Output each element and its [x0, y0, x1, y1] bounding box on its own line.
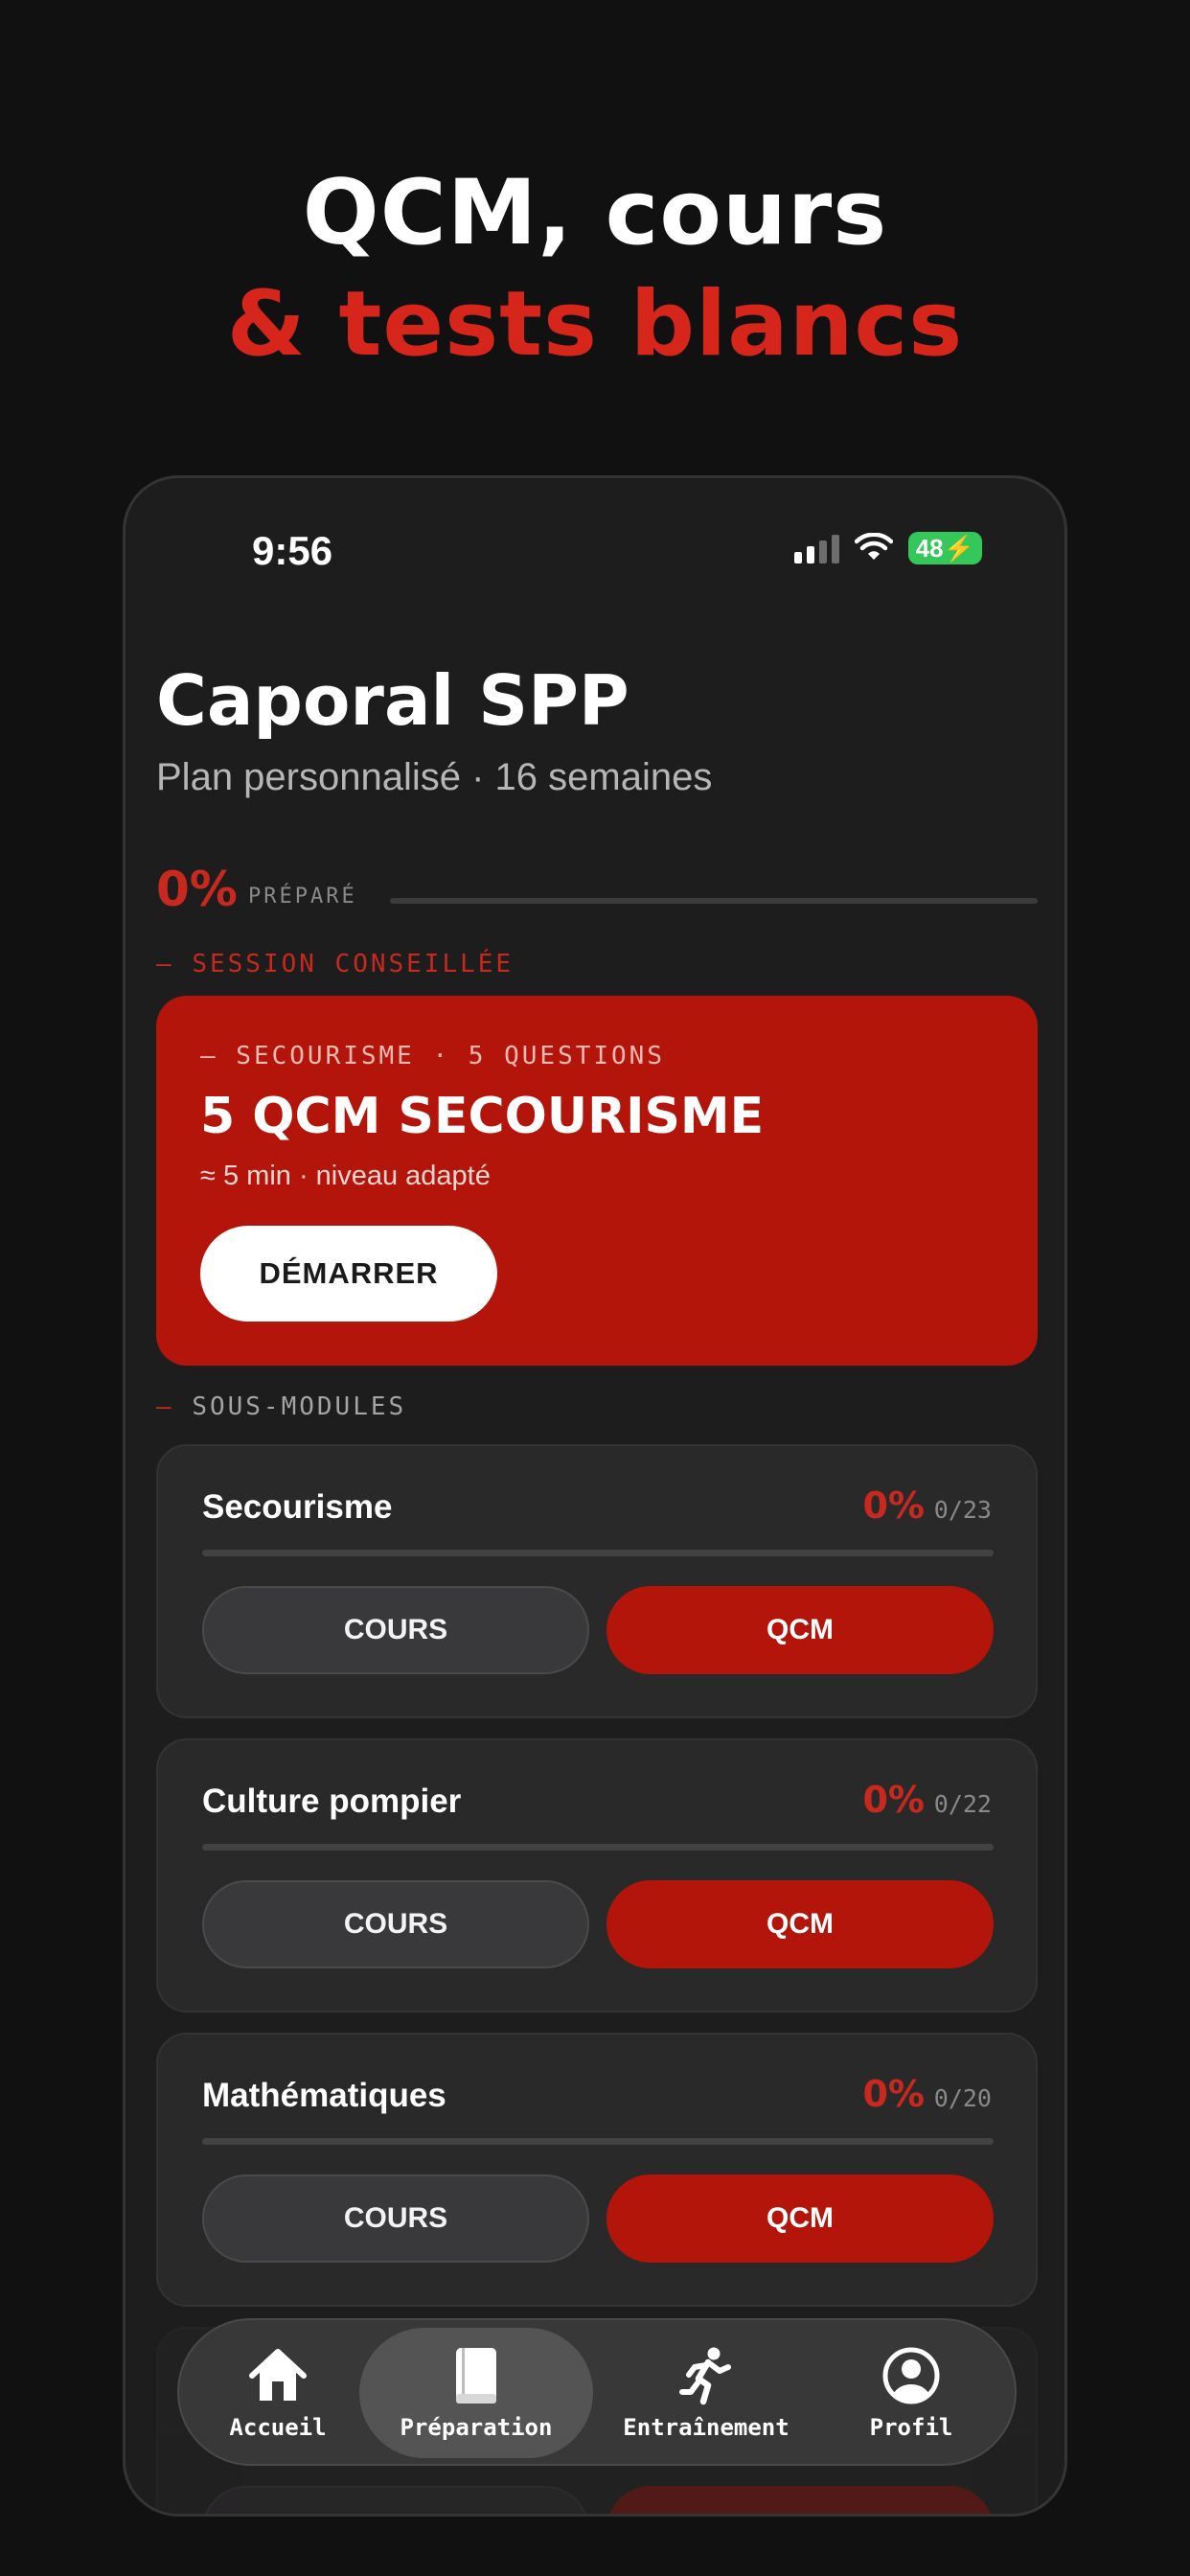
module-progress-bar [202, 1844, 994, 1851]
nav-label: Profil [869, 2414, 953, 2441]
battery-icon: 48⚡ [907, 532, 982, 564]
page-title: Caporal SPP [156, 660, 629, 741]
home-icon [247, 2345, 309, 2406]
cours-button[interactable]: COURS [202, 2486, 589, 2514]
recommended-session-card[interactable]: — SECOURISME · 5 QUESTIONS 5 QCM SECOURI… [156, 996, 1038, 1366]
module-name: Culture pompier [202, 1782, 462, 1820]
module-percent: 0% [862, 1779, 925, 1821]
nav-item-preparation[interactable]: Préparation [359, 2328, 593, 2458]
wifi-icon [854, 533, 893, 560]
book-icon [446, 2345, 507, 2406]
session-section-text: SESSION CONSEILLÉE [192, 950, 515, 978]
nav-label: Entraînement [623, 2414, 790, 2441]
signal-icon [793, 533, 839, 564]
cours-button[interactable]: COURS [202, 1880, 589, 1968]
nav-item-accueil[interactable]: Accueil [196, 2328, 359, 2458]
overall-progress-label: PRÉPARÉ [248, 885, 357, 908]
status-time: 9:56 [252, 528, 333, 573]
bottom-nav: Accueil Préparation Entraînement Profil [177, 2318, 1017, 2466]
nav-item-profil[interactable]: Profil [823, 2328, 999, 2458]
module-percent: 0% [862, 1484, 925, 1527]
status-icons: 48⚡ [793, 532, 982, 564]
module-progress-bar [202, 2138, 994, 2145]
module-card-culture-pompier: Culture pompier 0% 0/22 COURS QCM [156, 1738, 1038, 2012]
cours-button[interactable]: COURS [202, 2174, 589, 2263]
module-name: Mathématiques [202, 2077, 446, 2114]
nav-label: Préparation [400, 2414, 553, 2441]
session-section-label: — SESSION CONSEILLÉE [156, 950, 515, 978]
overall-progress-percent: 0% [156, 862, 238, 917]
module-count: 0/23 [933, 1496, 992, 1524]
module-count: 0/20 [933, 2084, 992, 2112]
module-count: 0/22 [933, 1790, 992, 1818]
headline-line-1: QCM, cours [302, 161, 888, 265]
phone-screen: 9:56 48⚡ Caporal SPP Plan personnalisé ·… [123, 475, 1067, 2517]
modules-section-text: SOUS-MODULES [192, 1392, 407, 1421]
module-percent: 0% [862, 2073, 925, 2115]
modules-section-label: — SOUS-MODULES [156, 1392, 407, 1421]
nav-item-entrainement[interactable]: Entraînement [601, 2328, 812, 2458]
qcm-button[interactable]: QCM [606, 2486, 994, 2514]
cours-button[interactable]: COURS [202, 1586, 589, 1674]
module-card-secourisme: Secourisme 0% 0/23 COURS QCM [156, 1444, 1038, 1718]
start-button[interactable]: DÉMARRER [200, 1226, 497, 1322]
module-name: Secourisme [202, 1488, 393, 1526]
session-title: 5 QCM SECOURISME [200, 1088, 765, 1145]
overall-progress-bar [390, 898, 1038, 904]
qcm-button[interactable]: QCM [606, 2174, 994, 2263]
headline-line-2: & tests blancs [226, 272, 964, 377]
qcm-button[interactable]: QCM [606, 1880, 994, 1968]
battery-level: 48 [915, 534, 944, 563]
page-subtitle: Plan personnalisé · 16 semaines [156, 756, 713, 798]
nav-label: Accueil [229, 2414, 327, 2441]
qcm-button[interactable]: QCM [606, 1586, 994, 1674]
module-progress-bar [202, 1550, 994, 1556]
running-icon [675, 2345, 737, 2406]
profile-icon [881, 2345, 942, 2406]
module-card-mathematiques: Mathématiques 0% 0/20 COURS QCM [156, 2033, 1038, 2307]
session-subtitle: ≈ 5 min · niveau adapté [200, 1161, 491, 1191]
session-eyebrow: — SECOURISME · 5 QUESTIONS [200, 1042, 665, 1070]
